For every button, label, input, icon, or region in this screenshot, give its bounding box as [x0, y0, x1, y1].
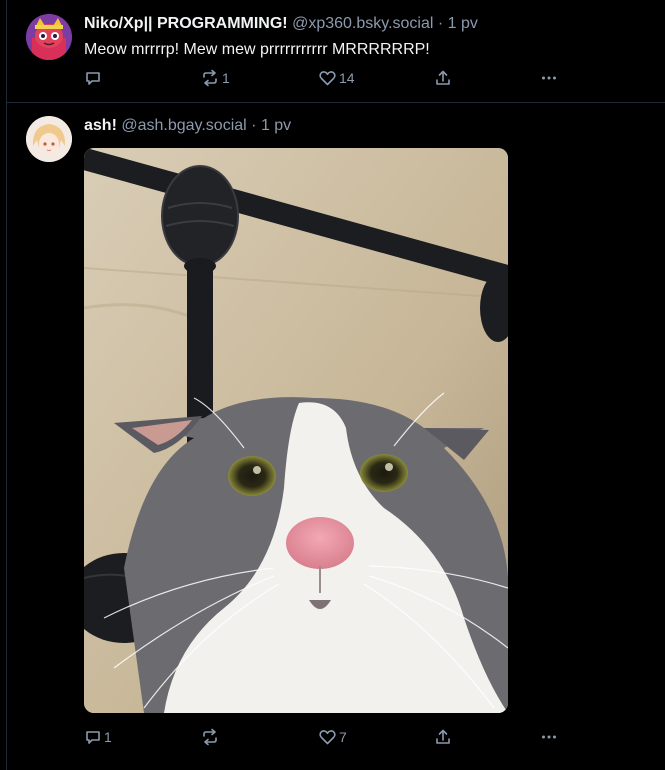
post[interactable]: Niko/Xp|| PROGRAMMING! @xp360.bsky.socia…	[7, 0, 665, 103]
reply-icon	[84, 69, 102, 87]
repost-button[interactable]: 1	[200, 66, 230, 90]
share-icon	[434, 728, 452, 746]
author-name[interactable]: ash!	[84, 117, 117, 134]
reply-count: 1	[104, 729, 112, 745]
post-image[interactable]	[84, 148, 508, 713]
author-handle[interactable]: @ash.bgay.social	[121, 117, 246, 134]
repost-icon	[200, 728, 220, 746]
post-time[interactable]: 1 pv	[448, 15, 478, 32]
author-name[interactable]: Niko/Xp|| PROGRAMMING!	[84, 15, 288, 32]
reply-icon	[84, 728, 102, 746]
post[interactable]: ash! @ash.bgay.social · 1 pv 1 7	[7, 103, 665, 770]
more-icon	[540, 728, 558, 746]
like-icon	[318, 728, 337, 746]
share-button[interactable]	[434, 66, 452, 90]
repost-icon	[200, 69, 220, 87]
post-actions: 1 14	[84, 66, 584, 90]
like-icon	[318, 69, 337, 87]
separator: ·	[437, 15, 444, 32]
share-button[interactable]	[434, 725, 452, 749]
more-button[interactable]	[540, 66, 558, 90]
post-text: Meow mrrrrp! Mew mew prrrrrrrrrrr MRRRRR…	[84, 41, 430, 58]
post-time[interactable]: 1 pv	[261, 117, 291, 134]
like-count: 14	[339, 70, 355, 86]
post-header: Niko/Xp|| PROGRAMMING! @xp360.bsky.socia…	[84, 14, 478, 34]
share-icon	[434, 69, 452, 87]
reply-button[interactable]: 1	[84, 725, 112, 749]
feed: Niko/Xp|| PROGRAMMING! @xp360.bsky.socia…	[6, 0, 665, 770]
author-handle[interactable]: @xp360.bsky.social	[292, 15, 433, 32]
repost-button[interactable]	[200, 725, 222, 749]
reply-button[interactable]	[84, 66, 104, 90]
post-actions: 1 7	[84, 725, 584, 749]
avatar[interactable]	[26, 116, 72, 162]
repost-count: 1	[222, 70, 230, 86]
like-button[interactable]: 7	[318, 725, 347, 749]
like-count: 7	[339, 729, 347, 745]
more-icon	[540, 69, 558, 87]
post-header: ash! @ash.bgay.social · 1 pv	[84, 116, 291, 136]
separator: ·	[251, 117, 257, 134]
like-button[interactable]: 14	[318, 66, 355, 90]
more-button[interactable]	[540, 725, 558, 749]
avatar[interactable]	[26, 14, 72, 60]
